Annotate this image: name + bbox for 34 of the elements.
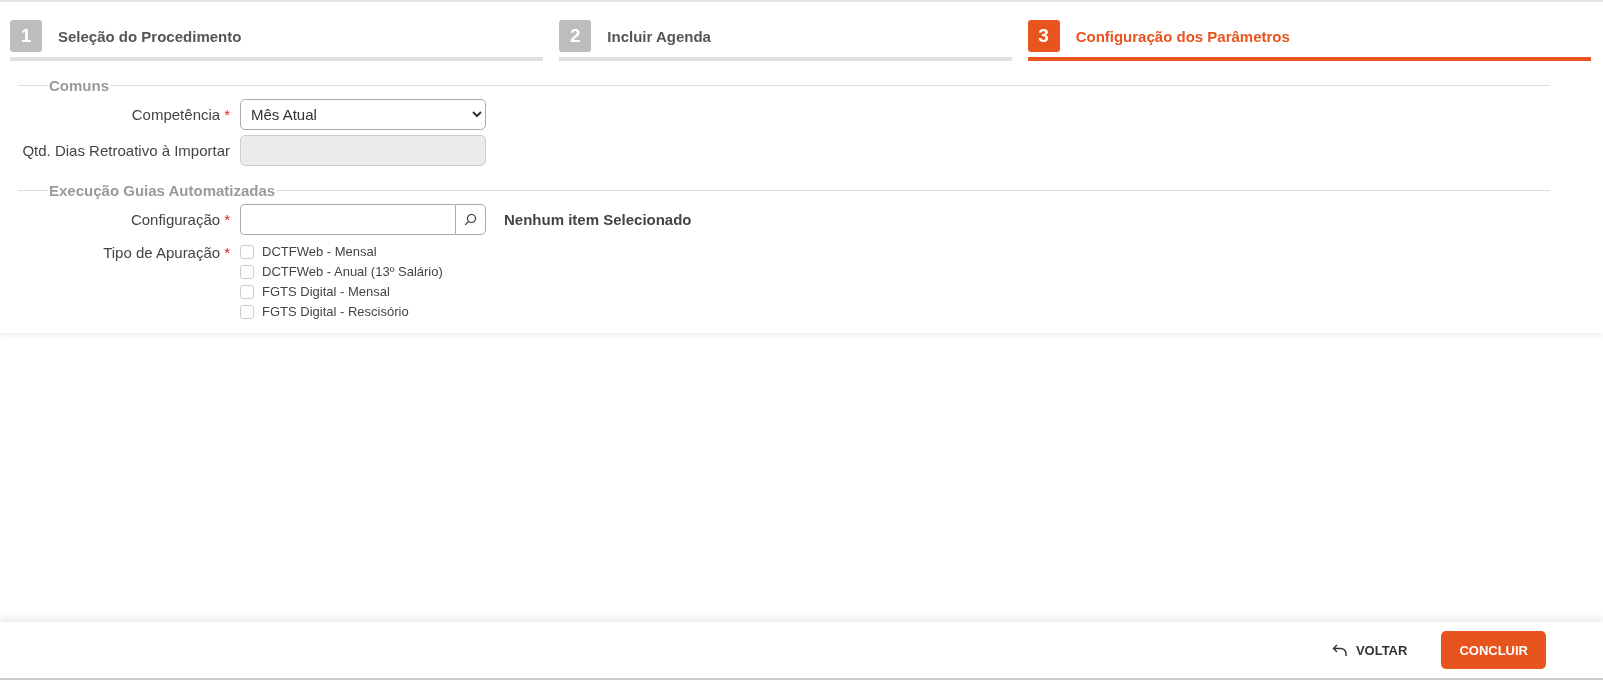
checkbox-label: DCTFWeb - Anual (13º Salário) [262,264,443,279]
field-label: Tipo de Apuração [103,244,221,261]
search-button[interactable] [455,204,486,235]
step-number: 1 [10,20,42,52]
required-mark: * [224,211,230,228]
step-label: Incluir Agenda [607,27,711,45]
step-label: Seleção do Procedimento [58,27,242,45]
checkbox-label: FGTS Digital - Rescisório [262,304,409,319]
step-tab[interactable]: 3 Configuração dos Parâmetros [1027,17,1591,61]
field-label: Configuração [130,211,221,228]
undo-arrow-icon [1331,643,1348,657]
configuration-input-field[interactable] [240,204,455,235]
step-number: 3 [1027,20,1060,52]
competencia-select[interactable]: Mês Atual [240,99,486,130]
selection-status: Nenhum item Selecionado [504,211,692,228]
checkbox[interactable] [240,244,254,259]
checkbox-label: DCTFWeb - Mensal [262,244,377,259]
search-icon [464,213,477,226]
step-label: Configuração dos Parâmetros [1075,27,1290,45]
step-number: 2 [559,20,592,52]
field-label: Qtd. Dias Retroativo à Importar [22,142,230,159]
checkbox-label: FGTS Digital - Mensal [262,284,390,299]
step-tab[interactable]: 2 Incluir Agenda [559,17,1012,61]
required-mark: * [224,106,230,123]
conclude-button[interactable]: CONCLUIR [1441,631,1546,669]
checkbox[interactable] [240,304,254,319]
section-legend: Comuns [48,77,110,94]
step-tab[interactable]: 1 Seleção do Procedimento [10,17,544,61]
field-label: Competência [131,106,221,123]
section-legend: Execução Guias Automatizadas [48,182,277,199]
checkbox[interactable] [240,284,254,299]
back-button[interactable]: VOLTAR [1331,642,1408,658]
checkbox[interactable] [240,264,254,279]
required-mark: * [224,244,230,261]
